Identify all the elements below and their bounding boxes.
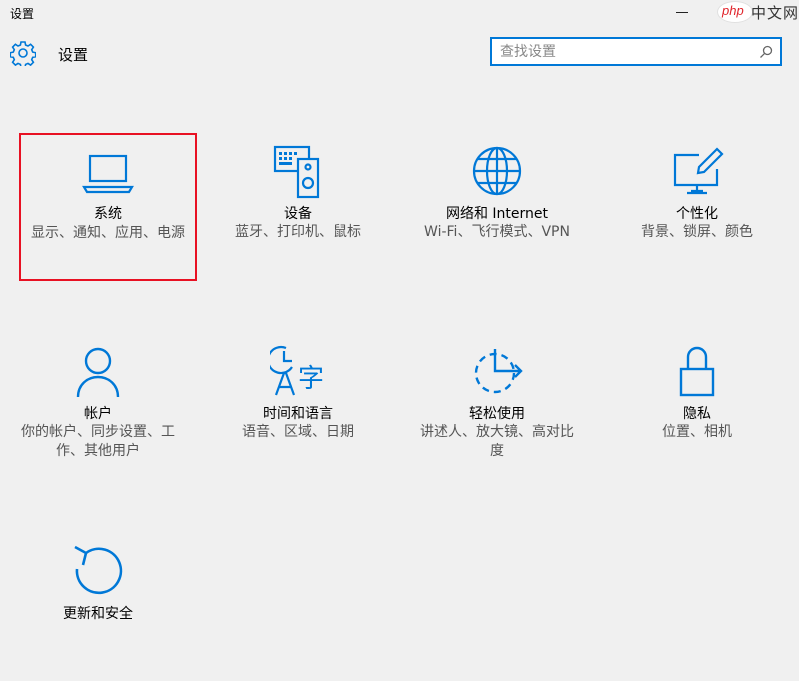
tile-description: 显示、通知、应用、电源: [31, 225, 185, 241]
title-bar: 设置 php 中文网: [0, 0, 799, 26]
tile-description: 讲述人、放大镜、高对比度: [420, 424, 574, 459]
tile-devices[interactable]: 设备 蓝牙、打印机、鼠标: [210, 133, 386, 281]
ease-of-access-icon: [474, 349, 523, 394]
watermark-cn: 中文网: [751, 4, 799, 22]
tile-title: 更新和安全: [63, 606, 133, 622]
clock-language-icon: 字: [270, 345, 324, 396]
window-title: 设置: [10, 7, 35, 21]
watermark-logo: php 中文网: [717, 0, 799, 23]
keyboard-speaker-icon: [273, 145, 320, 199]
person-icon: [76, 347, 120, 398]
tile-accounts[interactable]: 帐户 你的帐户、同步设置、工作、其他用户: [10, 333, 186, 481]
gear-icon: [10, 41, 36, 66]
sync-icon: [74, 545, 123, 595]
tile-description: Wi-Fi、飞行模式、VPN: [424, 224, 570, 240]
tile-ease-of-access[interactable]: 轻松使用 讲述人、放大镜、高对比度: [409, 333, 585, 481]
tile-title: 帐户: [84, 406, 112, 422]
laptop-icon: [82, 154, 134, 194]
tile-title: 时间和语言: [263, 406, 333, 422]
tile-description: 你的帐户、同步设置、工作、其他用户: [21, 424, 175, 459]
tile-network[interactable]: 网络和 Internet Wi-Fi、飞行模式、VPN: [409, 133, 585, 281]
search-input[interactable]: [500, 42, 750, 62]
tile-description: 背景、锁屏、颜色: [641, 224, 753, 240]
globe-icon: [472, 146, 522, 196]
watermark-php: php: [722, 3, 744, 18]
tile-description: 位置、相机: [662, 424, 732, 440]
svg-text:字: 字: [298, 364, 324, 394]
tile-system[interactable]: 系统 显示、通知、应用、电源: [19, 133, 197, 281]
lock-icon: [679, 346, 715, 397]
tile-time-language[interactable]: 字 时间和语言 语音、区域、日期: [210, 333, 386, 481]
search-icon[interactable]: [758, 44, 774, 60]
tile-title: 系统: [94, 206, 122, 222]
tile-description: 蓝牙、打印机、鼠标: [235, 224, 361, 240]
tile-title: 网络和 Internet: [445, 206, 549, 222]
paint-monitor-icon: [673, 147, 724, 195]
page-title: 设置: [58, 46, 89, 64]
minimize-button[interactable]: [676, 12, 688, 13]
tile-personalization[interactable]: 个性化 背景、锁屏、颜色: [609, 133, 785, 281]
tile-privacy[interactable]: 隐私 位置、相机: [609, 333, 785, 481]
tile-title: 个性化: [676, 206, 718, 222]
tile-title: 隐私: [683, 406, 711, 422]
search-box[interactable]: [490, 37, 782, 66]
tile-title: 设备: [284, 206, 312, 222]
tile-title: 轻松使用: [469, 406, 525, 422]
tile-update-security[interactable]: 更新和安全: [10, 533, 186, 681]
tile-description: 语音、区域、日期: [242, 424, 354, 440]
